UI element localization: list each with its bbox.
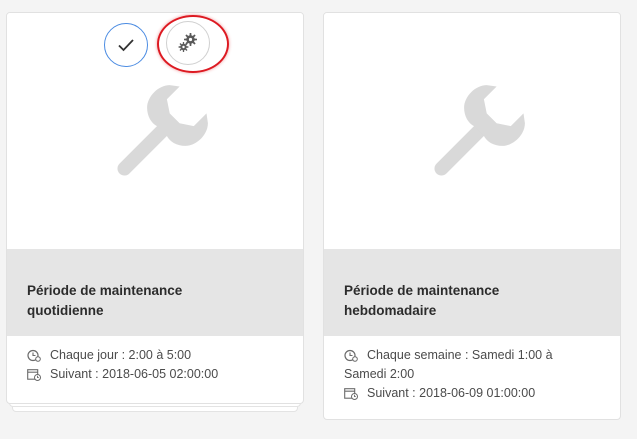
card-grid: Période de maintenance quotidienne Chaqu… (0, 0, 637, 439)
card-metadata: Chaque jour : 2:00 à 5:00 Suivant : 2018… (27, 346, 289, 384)
card-daily-maintenance[interactable]: Période de maintenance quotidienne Chaqu… (6, 12, 304, 404)
card-stack-daily: Période de maintenance quotidienne Chaqu… (6, 12, 304, 412)
select-checkbox-button[interactable] (104, 23, 148, 67)
card-title-line: quotidienne (27, 303, 104, 318)
schedule-row: Chaque semaine : Samedi 1:00 à (344, 346, 606, 365)
clock-icon (344, 349, 358, 362)
next-run-text: Suivant : 2018-06-09 01:00:00 (367, 386, 536, 400)
next-run-row: Suivant : 2018-06-05 02:00:00 (27, 365, 289, 384)
checkmark-icon (118, 39, 134, 52)
card-title-band[interactable]: Période de maintenance quotidienne (7, 249, 303, 336)
card-weekly-maintenance[interactable]: Période de maintenance hebdomadaire Chaq… (323, 12, 621, 420)
properties-gear-button[interactable] (166, 21, 210, 65)
clock-icon (27, 349, 41, 362)
wrench-icon (434, 85, 525, 176)
schedule-continuation: Samedi 2:00 (344, 367, 415, 381)
schedule-text: Chaque jour : 2:00 à 5:00 (50, 348, 192, 362)
schedule-row: Chaque jour : 2:00 à 5:00 (27, 346, 289, 365)
card-title[interactable]: Période de maintenance quotidienne (27, 281, 285, 321)
card-thumbnail[interactable] (7, 13, 303, 249)
gear-icon (178, 33, 197, 52)
card-title-band[interactable]: Période de maintenance hebdomadaire (324, 249, 620, 336)
card-title-line: hebdomadaire (344, 303, 437, 318)
calendar-clock-icon (344, 388, 358, 400)
schedule-text: Chaque semaine : Samedi 1:00 à (367, 348, 553, 362)
next-run-row: Suivant : 2018-06-09 01:00:00 (344, 384, 606, 403)
card-title[interactable]: Période de maintenance hebdomadaire (344, 281, 602, 321)
next-run-text: Suivant : 2018-06-05 02:00:00 (50, 367, 219, 381)
card-thumbnail[interactable] (324, 13, 620, 249)
card-stack-weekly: Période de maintenance hebdomadaire Chaq… (323, 12, 621, 422)
card-title-line: Période de maintenance (344, 283, 500, 298)
card-title-line: Période de maintenance (27, 283, 183, 298)
card-metadata: Chaque semaine : Samedi 1:00 à Samedi 2:… (344, 346, 606, 403)
wrench-icon (117, 85, 208, 176)
calendar-clock-icon (27, 369, 41, 381)
